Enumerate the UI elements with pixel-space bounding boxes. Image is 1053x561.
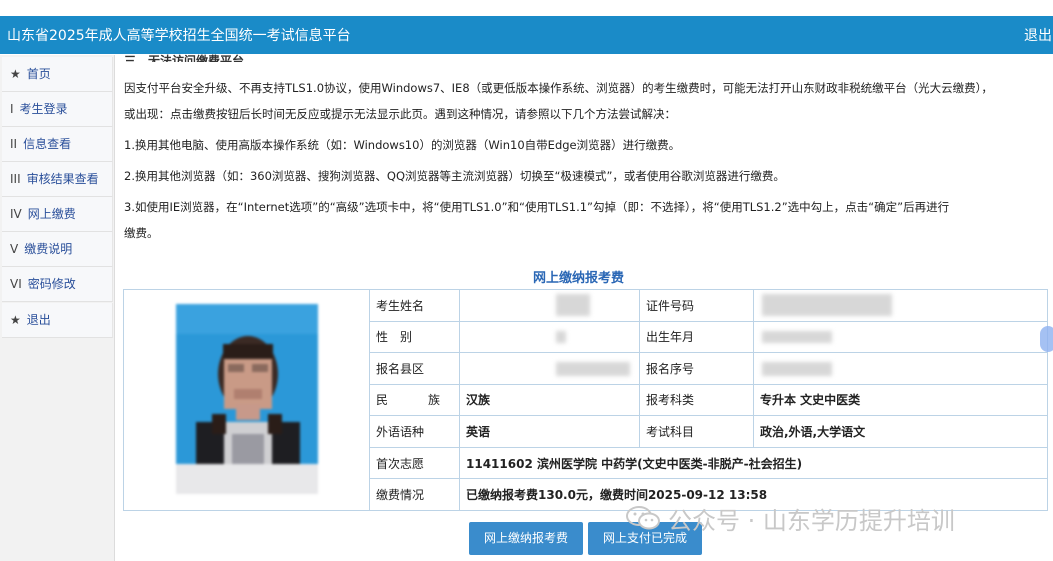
value-reg-no bbox=[753, 352, 1048, 385]
registration-table: 考生姓名 证件号码 性 别 出生年月 报名县区 报名序号 民 族 汉族 报考科类… bbox=[123, 289, 1048, 511]
label-first-choice: 首次志愿 bbox=[369, 446, 460, 480]
sidebar-item-numeral: VI bbox=[10, 277, 22, 291]
redacted-value bbox=[556, 331, 566, 344]
page-title: 山东省2025年成人高等学校招生全国统一考试信息平台 bbox=[7, 28, 351, 44]
value-first-choice: 11411602 滨州医学院 中药学(文史中医类-非脱产-社会招生) bbox=[459, 446, 1048, 480]
sidebar-item-label: 审核结果查看 bbox=[26, 172, 99, 186]
sidebar-item-label: 退出 bbox=[26, 313, 51, 327]
photo-cell bbox=[123, 289, 370, 511]
sidebar-item-label: 网上缴费 bbox=[27, 207, 76, 221]
sidebar-item-numeral: III bbox=[10, 172, 21, 186]
sidebar-item-label: 密码修改 bbox=[27, 277, 76, 291]
redacted-value bbox=[556, 361, 630, 376]
value-id-number bbox=[753, 289, 1048, 322]
table-row: 考生姓名 证件号码 bbox=[123, 289, 1048, 511]
notice-heading: 三、无法访问缴费平台 bbox=[124, 54, 245, 62]
floating-side-handle[interactable] bbox=[1040, 326, 1053, 352]
label-payment-status: 缴费情况 bbox=[369, 478, 460, 511]
sidebar-item-numeral: V bbox=[10, 242, 19, 256]
sidebar-item-label: 首页 bbox=[26, 67, 51, 81]
sidebar-item-online-payment[interactable]: IV 网上缴费 bbox=[2, 197, 113, 232]
sidebar-item-info[interactable]: II 信息查看 bbox=[2, 127, 113, 162]
label-subjects: 考试科目 bbox=[639, 415, 754, 448]
notice-line: 缴费。 bbox=[124, 226, 159, 240]
sidebar-item-review-result[interactable]: III 审核结果查看 bbox=[2, 162, 113, 197]
value-birth bbox=[753, 320, 1048, 354]
sidebar-nav: ★ 首页 I 考生登录 II 信息查看 III 审核结果查看 IV 网上缴费 V 缴费说明 … bbox=[0, 55, 115, 561]
notice-line: 1.换用其他电脑、使用高版本操作系统（如：Windows10）的浏览器（Win1… bbox=[124, 138, 681, 152]
watermark: 公众号 · 山东学历提升培训 bbox=[626, 503, 955, 535]
form-title: 网上缴纳报考费 bbox=[533, 271, 625, 286]
top-header: 山东省2025年成人高等学校招生全国统一考试信息平台 退出 bbox=[0, 16, 1053, 54]
wechat-icon bbox=[626, 506, 660, 530]
redacted-value bbox=[762, 361, 832, 376]
value-subjects: 政治,外语,大学语文 bbox=[753, 415, 1048, 448]
value-category: 专升本 文史中医类 bbox=[753, 383, 1048, 417]
redacted-value bbox=[556, 294, 590, 317]
candidate-photo-pixelated bbox=[175, 303, 318, 494]
value-gender bbox=[459, 320, 640, 354]
notice-line: 或出现：点击缴费按钮后长时间无反应或提示无法显示此页。遇到这种情况，请参照以下几… bbox=[124, 107, 676, 121]
value-language: 英语 bbox=[459, 415, 640, 448]
pay-fee-button[interactable]: 网上缴纳报考费 bbox=[469, 522, 583, 555]
value-name bbox=[459, 289, 640, 322]
value-county bbox=[459, 352, 640, 385]
header-logout-link[interactable]: 退出 bbox=[1024, 25, 1052, 45]
label-name: 考生姓名 bbox=[369, 289, 460, 322]
label-birth: 出生年月 bbox=[639, 320, 754, 354]
label-language: 外语语种 bbox=[369, 415, 460, 448]
sidebar-item-label: 缴费说明 bbox=[24, 242, 73, 256]
candidate-photo bbox=[175, 303, 318, 494]
sidebar-item-label: 考生登录 bbox=[19, 102, 68, 116]
watermark-text: 公众号 · 山东学历提升培训 bbox=[668, 506, 955, 535]
sidebar-item-label: 信息查看 bbox=[23, 137, 72, 151]
label-gender: 性 别 bbox=[369, 320, 460, 354]
sidebar-item-numeral: IV bbox=[10, 207, 22, 221]
sidebar-item-numeral: I bbox=[10, 102, 14, 116]
sidebar-item-logout[interactable]: ★ 退出 bbox=[2, 303, 113, 338]
star-icon: ★ bbox=[10, 313, 21, 327]
notice-line: 2.换用其他浏览器（如：360浏览器、搜狗浏览器、QQ浏览器等主流浏览器）切换至… bbox=[124, 169, 785, 183]
sidebar-item-payment-guide[interactable]: V 缴费说明 bbox=[2, 232, 113, 267]
redacted-value bbox=[762, 331, 832, 344]
notice-line: 3.如使用IE浏览器，在“Internet选项”的“高级”选项卡中，将“使用TL… bbox=[124, 200, 950, 214]
label-reg-no: 报名序号 bbox=[639, 352, 754, 385]
star-icon: ★ bbox=[10, 67, 21, 81]
sidebar-item-numeral: II bbox=[10, 137, 18, 151]
sidebar-item-home[interactable]: ★ 首页 bbox=[2, 57, 113, 92]
sidebar-item-login[interactable]: I 考生登录 bbox=[2, 92, 113, 127]
value-ethnicity: 汉族 bbox=[459, 383, 640, 417]
label-id-number: 证件号码 bbox=[639, 289, 754, 322]
notice-line: 因支付平台安全升级、不再支持TLS1.0协议，使用Windows7、IE8（或更… bbox=[124, 81, 993, 95]
label-category: 报考科类 bbox=[639, 383, 754, 417]
sidebar-item-change-password[interactable]: VI 密码修改 bbox=[2, 267, 113, 302]
label-county: 报名县区 bbox=[369, 352, 460, 385]
label-ethnicity: 民 族 bbox=[369, 383, 460, 417]
redacted-value bbox=[762, 294, 892, 317]
